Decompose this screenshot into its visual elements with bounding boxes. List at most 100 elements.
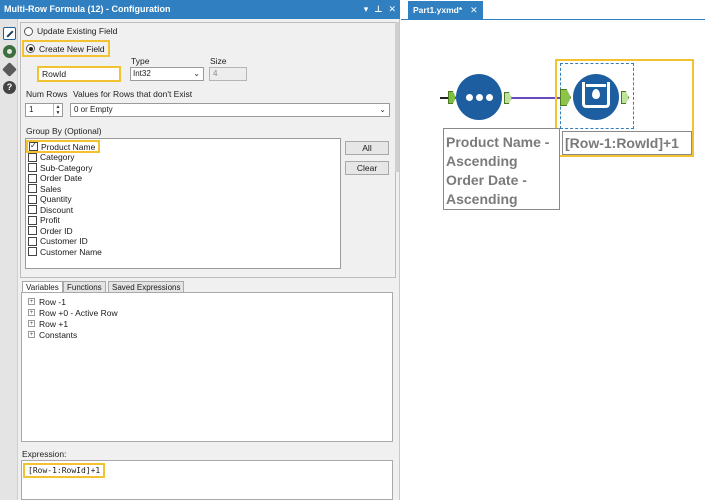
- nonexistent-rows-select[interactable]: 0 or Empty ⌄: [70, 103, 390, 117]
- chevron-down-icon: ⌄: [193, 69, 200, 78]
- num-rows-stepper[interactable]: 1 ▲ ▼: [25, 103, 63, 117]
- group-by-item[interactable]: Customer ID: [28, 236, 88, 247]
- sort-annotation-line: Product Name -: [446, 134, 550, 150]
- group-by-item[interactable]: Category: [28, 152, 75, 163]
- tree-item[interactable]: + Row -1: [28, 296, 66, 307]
- group-by-item[interactable]: Order ID: [28, 226, 73, 237]
- expression-label: Expression:: [22, 449, 67, 459]
- select-all-button[interactable]: All: [345, 141, 389, 155]
- group-by-item-label: Sales: [40, 183, 62, 194]
- group-by-item-label: Customer Name: [40, 246, 102, 257]
- panel-pin-icon[interactable]: ⊥: [374, 0, 382, 19]
- expand-icon[interactable]: +: [28, 320, 35, 327]
- panel-close-icon[interactable]: ✕: [388, 0, 396, 19]
- update-existing-radio[interactable]: [24, 26, 33, 36]
- field-type-select[interactable]: Int32 ⌄: [130, 67, 204, 81]
- group-by-checkbox[interactable]: [28, 163, 37, 173]
- sort-tool-icon[interactable]: [456, 74, 502, 120]
- group-by-checkbox[interactable]: [28, 236, 37, 246]
- group-by-item-label: Order ID: [40, 225, 73, 236]
- create-new-radio[interactable]: [26, 44, 35, 53]
- group-by-item[interactable]: Customer Name: [28, 247, 102, 258]
- nonexistent-rows-value: 0 or Empty: [74, 105, 113, 114]
- sort-annotation-line: Ascending: [446, 153, 518, 169]
- group-by-checkbox[interactable]: [29, 141, 38, 151]
- drop-icon: [592, 89, 600, 99]
- workflow-tab-title: Part1.yxmd*: [413, 5, 463, 15]
- wrench-icon[interactable]: [3, 27, 16, 40]
- expression-text: [Row-1:RowId]+1: [23, 463, 106, 478]
- sort-to-multirow-connection[interactable]: [512, 97, 560, 99]
- sort-dot: [476, 94, 483, 101]
- multirow-bar: [586, 84, 606, 87]
- group-by-checkbox[interactable]: [28, 173, 37, 183]
- group-by-item-label: Discount: [40, 204, 74, 215]
- expand-icon[interactable]: +: [28, 331, 35, 338]
- sort-dot: [466, 94, 473, 101]
- expression-editor[interactable]: [Row-1:RowId]+1: [21, 460, 393, 500]
- multi-row-formula-tool-icon[interactable]: [573, 74, 619, 120]
- group-by-item-label: Quantity: [40, 194, 72, 205]
- expand-icon[interactable]: +: [28, 309, 35, 316]
- group-by-item[interactable]: Discount: [28, 205, 73, 216]
- sort-input-anchor[interactable]: [448, 91, 456, 104]
- group-by-label: Group By (Optional): [26, 126, 102, 136]
- group-by-item[interactable]: Profit: [28, 215, 60, 226]
- help-icon[interactable]: ?: [3, 81, 16, 94]
- sort-annotation: Product Name - Ascending Order Date - As…: [443, 128, 560, 210]
- tab-underline: [401, 19, 705, 20]
- group-by-item-label: Profit: [40, 215, 60, 226]
- panel-title-controls: ▾ ⊥ ✕: [364, 0, 396, 19]
- tree-item[interactable]: + Constants: [28, 329, 77, 340]
- configuration-panel: Multi-Row Formula (12) - Configuration ▾…: [0, 0, 400, 500]
- create-new-label: Create New Field: [39, 43, 105, 54]
- chevron-down-icon: ⌄: [379, 105, 386, 114]
- group-by-item[interactable]: Quantity: [28, 194, 72, 205]
- panel-menu-chevron-icon[interactable]: ▾: [364, 0, 369, 19]
- panel-scrollbar[interactable]: [395, 22, 399, 172]
- stepper-arrows-icon[interactable]: ▲ ▼: [53, 104, 62, 116]
- group-by-checkbox[interactable]: [28, 152, 37, 162]
- field-type-value: Int32: [133, 69, 151, 78]
- size-label: Size: [210, 56, 227, 66]
- multirow-annotation: [Row-1:RowId]+1: [562, 131, 692, 155]
- group-by-checkbox[interactable]: [28, 215, 37, 225]
- update-existing-label: Update Existing Field: [37, 26, 118, 36]
- tree-item[interactable]: + Row +0 - Active Row: [28, 307, 118, 318]
- tree-item-label: Row +0 - Active Row: [39, 307, 118, 318]
- variables-tree: + Row -1 + Row +0 - Active Row + Row +1 …: [21, 292, 393, 442]
- create-new-field-option[interactable]: Create New Field: [22, 40, 110, 57]
- num-rows-label: Num Rows: [26, 89, 68, 99]
- sort-output-anchor[interactable]: [504, 92, 512, 104]
- group-by-item-label: Sub-Category: [40, 162, 93, 173]
- tree-item-label: Row +1: [39, 318, 69, 329]
- expand-icon[interactable]: +: [28, 298, 35, 305]
- update-existing-field-option[interactable]: Update Existing Field: [24, 24, 117, 38]
- group-by-item-label: Order Date: [40, 173, 83, 184]
- workflow-tab[interactable]: Part1.yxmd* ✕: [408, 1, 483, 19]
- field-size-input[interactable]: 4: [209, 67, 247, 81]
- tag-icon[interactable]: [2, 62, 17, 77]
- group-by-checkbox[interactable]: [28, 226, 37, 236]
- group-by-item-label: Category: [40, 152, 75, 163]
- panel-title: Multi-Row Formula (12) - Configuration: [4, 4, 171, 14]
- gear-icon[interactable]: [3, 45, 16, 58]
- group-by-list: Product Name Category Sub-Category Order…: [25, 138, 341, 269]
- config-sidebar: ?: [0, 19, 18, 500]
- group-by-checkbox[interactable]: [28, 184, 37, 194]
- tree-item-label: Constants: [39, 329, 78, 340]
- group-by-item[interactable]: Sub-Category: [28, 163, 92, 174]
- group-by-item[interactable]: Sales: [28, 184, 61, 195]
- sort-annotation-line: Order Date -: [446, 172, 527, 188]
- group-by-checkbox[interactable]: [28, 194, 37, 204]
- new-field-name-input[interactable]: RowId: [37, 66, 121, 82]
- group-by-checkbox[interactable]: [28, 247, 37, 257]
- tree-item[interactable]: + Row +1: [28, 318, 68, 329]
- clear-button[interactable]: Clear: [345, 161, 389, 175]
- group-by-checkbox[interactable]: [28, 205, 37, 215]
- close-icon[interactable]: ✕: [470, 1, 478, 19]
- group-by-item[interactable]: Order Date: [28, 173, 82, 184]
- tree-item-label: Row -1: [39, 296, 66, 307]
- sort-dot: [486, 94, 493, 101]
- group-by-item-label: Product Name: [41, 141, 96, 152]
